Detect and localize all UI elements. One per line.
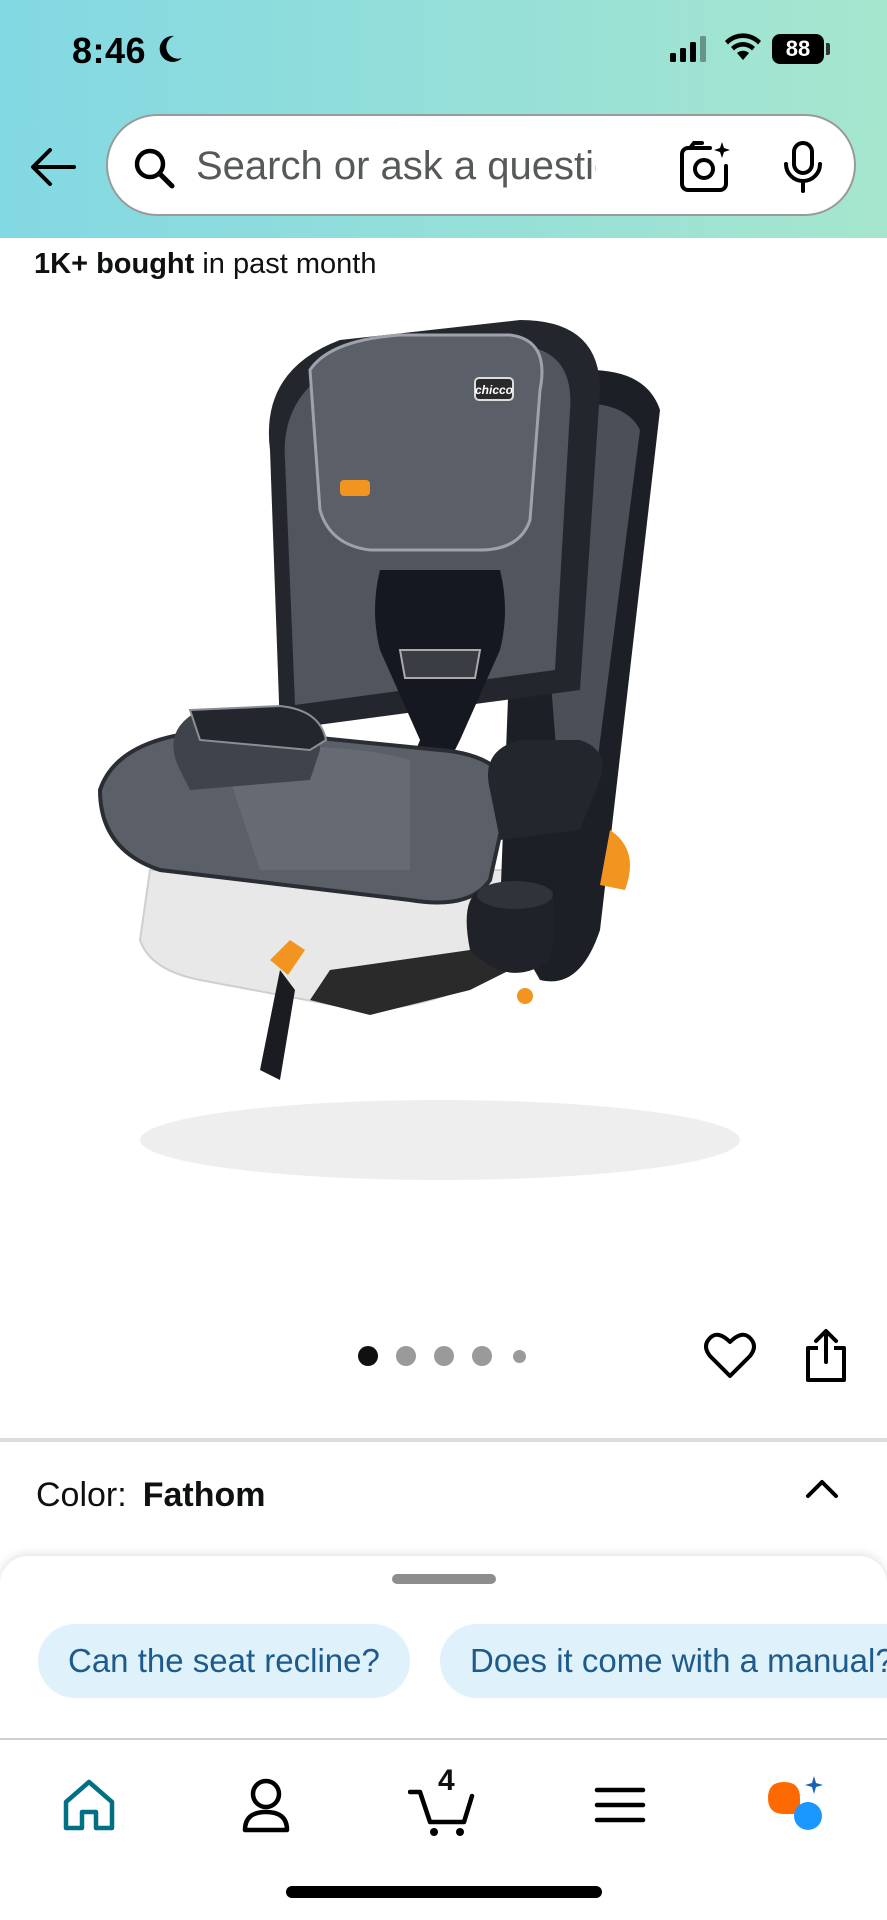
search-bar[interactable] [106,114,856,216]
cart-count-badge: 4 [438,1764,455,1797]
color-label: Color: [36,1476,127,1514]
home-indicator [286,1886,602,1898]
status-time: 8:46 [72,30,147,71]
battery-icon: 88 [772,34,824,64]
carousel-dot-1[interactable] [358,1346,378,1366]
bought-count-text: 1K+ bought in past month [34,248,376,281]
rufus-icon[interactable] [760,1770,830,1840]
suggestions-sheet: Can the seat recline? Does it come with … [0,1556,887,1740]
microphone-icon[interactable] [782,140,824,194]
color-value: Fathom [142,1476,266,1514]
carousel-dot-3[interactable] [434,1346,454,1366]
suggestion-chip-1[interactable]: Can the seat recline? [38,1624,410,1698]
signal-icon [670,36,706,62]
wifi-icon [725,33,761,60]
moon-icon [159,35,182,62]
sheet-grabber[interactable] [392,1574,496,1584]
section-divider [0,1438,887,1442]
status-bar: 8:46 88 [0,0,887,100]
person-icon[interactable] [231,1770,301,1840]
back-arrow-icon[interactable] [26,140,80,194]
camera-icon[interactable] [678,140,732,194]
suggestion-chip-2[interactable]: Does it come with a manual? [440,1624,887,1698]
share-icon[interactable] [800,1328,852,1384]
search-icon [134,148,175,189]
svg-text:chicco: chicco [475,383,513,397]
product-image[interactable]: chicco [80,310,800,1270]
menu-icon[interactable] [585,1770,655,1840]
header: 8:46 88 [0,0,887,238]
chevron-up-icon[interactable] [800,1470,844,1506]
search-input[interactable] [196,138,596,194]
home-icon[interactable] [54,1770,124,1840]
color-selector[interactable]: Color: Fathom [36,1476,265,1515]
carousel-dot-5[interactable] [513,1350,526,1363]
carousel-dot-2[interactable] [396,1346,416,1366]
battery-tip [826,43,830,55]
carousel-dot-4[interactable] [472,1346,492,1366]
bought-count-rest: in past month [194,248,377,280]
cart-button[interactable]: 4 [408,1764,478,1840]
bought-count-bold: 1K+ bought [34,248,195,280]
heart-icon[interactable] [704,1330,756,1382]
